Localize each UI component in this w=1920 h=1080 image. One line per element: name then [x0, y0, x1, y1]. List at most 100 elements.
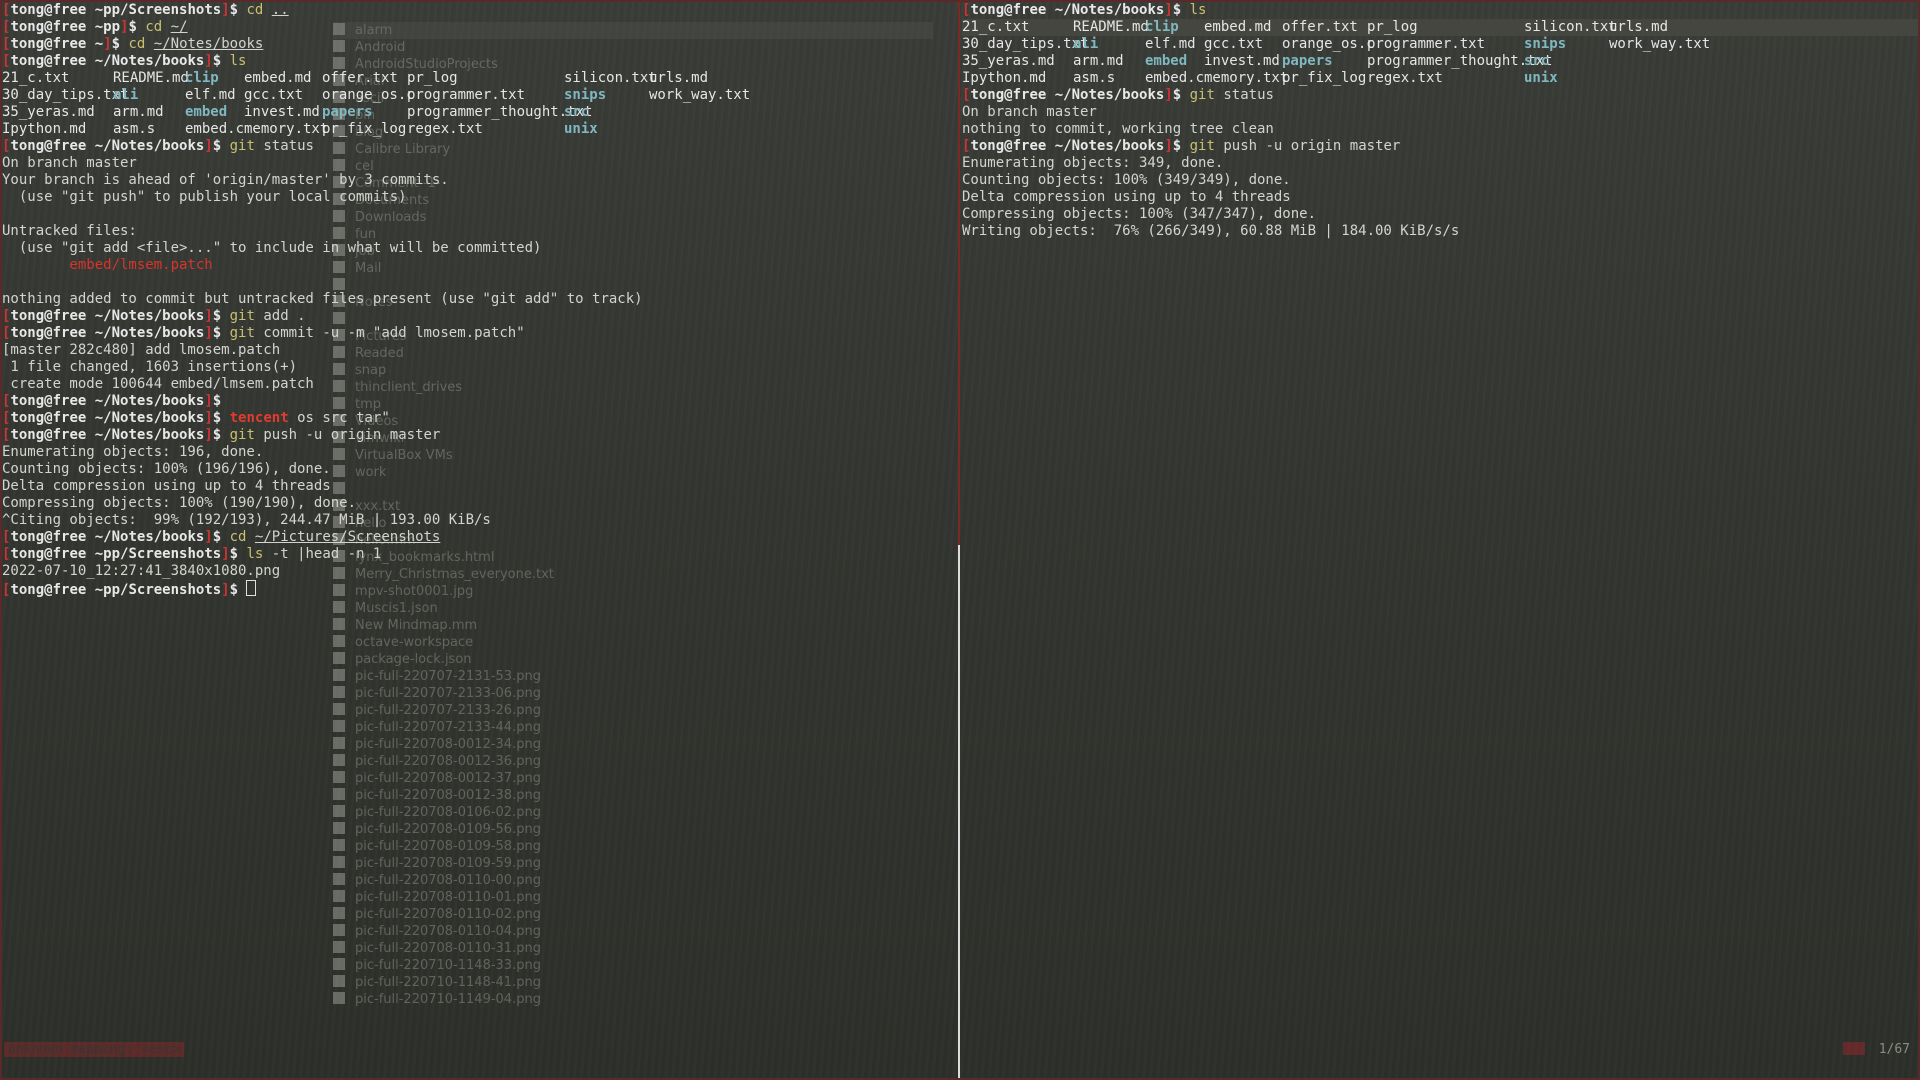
output-text: (use "git push" to publish your local co…: [2, 189, 407, 205]
prompt-line: [tong@free ~/Notes/books]$ git push -u o…: [2, 427, 441, 443]
command-args: os src tar": [297, 410, 390, 426]
prompt-at: @: [44, 19, 53, 35]
prompt-user: tong: [10, 19, 45, 35]
terminal-line: Counting objects: 100% (349/349), done.: [962, 172, 1918, 189]
output-text: Delta compression using up to 4 threads: [2, 478, 331, 494]
file-entry: work_way.txt: [1609, 36, 1711, 52]
terminal-pane-right[interactable]: [tong@free ~/Notes/books]$ ls 21_c.txt RE…: [962, 2, 1918, 1078]
prompt-path: ~pp/Screenshots: [94, 546, 222, 562]
terminal-line: Delta compression using up to 4 threads: [2, 478, 957, 495]
prompt-bracket: ]: [1164, 87, 1173, 103]
prompt-user: tong: [970, 138, 1005, 154]
file-entry: README.md: [1073, 19, 1149, 35]
prompt-user: tong: [10, 410, 45, 426]
directory-entry: papers: [1282, 53, 1333, 69]
file-entry: orange_os.c: [322, 87, 415, 103]
prompt-host: free: [52, 529, 87, 545]
command-args: ..: [271, 2, 289, 18]
file-entry: urls.md: [649, 70, 709, 86]
file-entry: README.md: [113, 70, 189, 86]
prompt-at: @: [1004, 138, 1013, 154]
output-text: nothing to commit, working tree clean: [962, 121, 1274, 137]
ls-output-row: Ipython.md asm.s embed.cmemory.txtpr_fix_l…: [2, 121, 957, 138]
file-entry: arm.md: [1073, 53, 1124, 69]
prompt-user: tong: [10, 2, 45, 18]
prompt-at: @: [44, 325, 53, 341]
file-entry: invest.md: [244, 104, 320, 120]
file-entry: pr_fix_log: [1282, 70, 1367, 86]
file-entry: 35_yeras.md: [2, 104, 95, 120]
output-text: Writing objects: 76% (266/349), 60.88 Mi…: [962, 223, 1460, 239]
command-args: ~/Pictures/Screenshots: [254, 529, 441, 545]
prompt-path: ~/Notes/books: [94, 410, 205, 426]
text-cursor[interactable]: [246, 580, 257, 596]
command-args: push -u origin master: [1223, 138, 1401, 154]
file-entry: 30_day_tips.txt: [2, 87, 129, 103]
command-args: add .: [263, 308, 306, 324]
prompt-at: @: [44, 410, 53, 426]
command-name: git: [229, 325, 255, 341]
prompt-host: free: [52, 325, 87, 341]
output-text: 2022-07-10_12:27:41_3840x1080.png: [2, 563, 281, 579]
prompt-path: ~: [94, 36, 104, 52]
prompt-bracket: ]: [1164, 2, 1173, 18]
prompt-line: [tong@free ~/Notes/books]$ git add .: [2, 308, 306, 324]
output-text: Untracked files:: [2, 223, 137, 239]
output-text: Enumerating objects: 196, done.: [2, 444, 264, 460]
prompt-bracket: ]: [221, 546, 230, 562]
prompt-user: tong: [10, 53, 45, 69]
command-args: status: [263, 138, 314, 154]
output-text: Delta compression using up to 4 threads: [962, 189, 1291, 205]
file-entry: orange_os.c: [1282, 36, 1375, 52]
file-entry: asm.s: [113, 121, 156, 137]
prompt-host: free: [52, 427, 87, 443]
ls-output-row: 21_c.txt README.mdclip embed.md offer.txt pr…: [2, 70, 957, 87]
file-entry: 21_c.txt: [962, 19, 1030, 35]
terminal-line: ^Citing objects: 99% (192/193), 244.47 M…: [2, 512, 957, 529]
directory-entry: unix: [564, 121, 598, 137]
prompt-bracket: ]: [204, 427, 213, 443]
file-entry: 21_c.txt: [2, 70, 70, 86]
file-entry: regex.txt: [1367, 70, 1443, 86]
prompt-at: @: [44, 427, 53, 443]
prompt-user: tong: [970, 87, 1005, 103]
output-text: Your branch is ahead of 'origin/master' …: [2, 172, 449, 188]
command-name: git: [1189, 87, 1215, 103]
prompt-line: [tong@free ~]$ cd ~/Notes/books: [2, 36, 264, 52]
file-entry: programmer.txt: [407, 87, 526, 103]
terminal-line: (use "git add <file>..." to include in w…: [2, 240, 957, 257]
command-args: push -u origin master: [263, 427, 441, 443]
terminal-line: On branch master: [962, 104, 1918, 121]
terminal-pane-left[interactable]: [tong@free ~pp/Screenshots]$ cd .. [tong@…: [2, 2, 957, 1078]
file-entry: programmer.txt: [1367, 36, 1486, 52]
prompt-line: [tong@free ~/Notes/books]$ cd ~/Pictures…: [2, 529, 441, 545]
command-name: git: [229, 308, 255, 324]
prompt-bracket: ]: [221, 2, 230, 18]
command-args: ~/Notes/books: [153, 36, 264, 52]
prompt-line: [tong@free ~/Notes/books]$ git commit -u…: [2, 325, 525, 341]
prompt-user: tong: [10, 546, 45, 562]
output-text: create mode 100644 embed/lmsem.patch: [2, 376, 314, 392]
command-args: -t |head -n 1: [271, 546, 382, 562]
command-args: status: [1223, 87, 1274, 103]
terminal-line: nothing to commit, working tree clean: [962, 121, 1918, 138]
prompt-bracket: ]: [204, 53, 213, 69]
terminal-line: 2022-07-10_12:27:41_3840x1080.png: [2, 563, 957, 580]
output-text: ^Citing objects: 99% (192/193), 244.47 M…: [2, 512, 491, 528]
status-position-text: 1/67: [1878, 1042, 1910, 1057]
terminal-line: create mode 100644 embed/lmsem.patch: [2, 376, 957, 393]
prompt-user: tong: [10, 138, 45, 154]
prompt-line: [tong@free ~pp/Screenshots]$ ls -t |head…: [2, 546, 382, 562]
terminal-line: [master 282c480] add lmosem.patch: [2, 342, 957, 359]
prompt-host: free: [52, 36, 87, 52]
prompt-host: free: [52, 546, 87, 562]
file-entry: memory.txt: [1204, 70, 1289, 86]
prompt-path: ~/Notes/books: [94, 529, 205, 545]
pane-divider-active: [958, 0, 960, 545]
prompt-path: ~/Notes/books: [94, 53, 205, 69]
prompt-user: tong: [10, 325, 45, 341]
command-name: ls: [229, 53, 247, 69]
ls-output-row: 30_day_tips.txtali elf.md gcc.txt orange_os…: [962, 36, 1918, 53]
output-text: [master 282c480] add lmosem.patch: [2, 342, 281, 358]
